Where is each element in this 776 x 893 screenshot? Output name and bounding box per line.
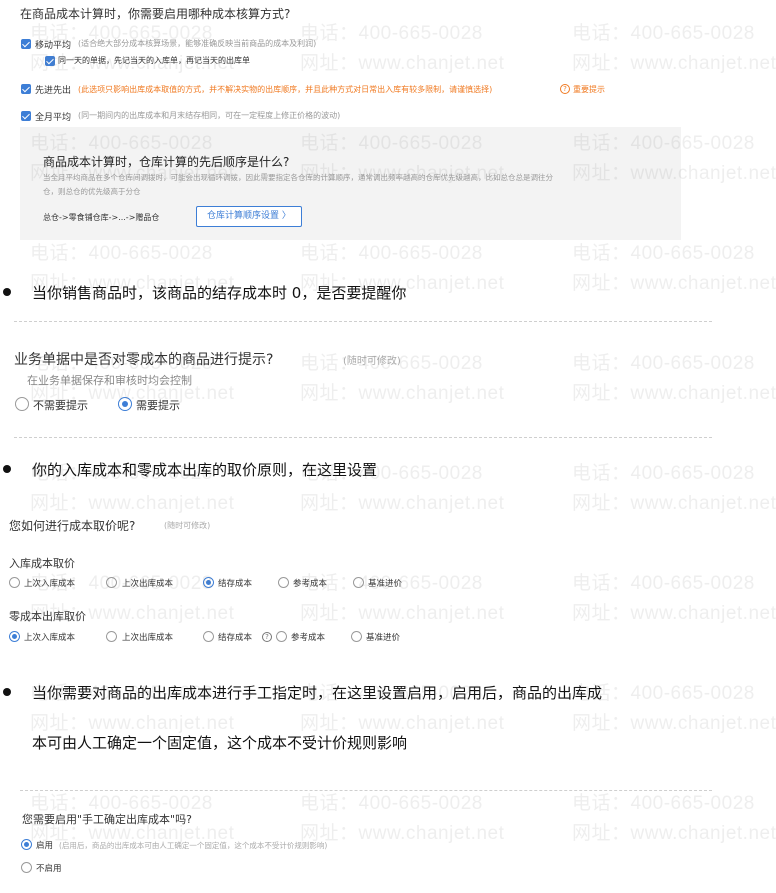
inbound-option-label: 上次出库成本 [122,579,174,589]
fifo-label: 先进先出 [35,86,72,96]
warehouse-order-settings-button[interactable]: 仓库计算顺序设置 〉 [196,206,302,227]
bullet-dot [3,688,11,696]
zero-option-radio[interactable] [351,631,362,642]
zero-option-label: 基准进价 [366,633,401,643]
zero-cost-outbound-label: 零成本出库取价 [9,610,86,623]
bullet-zero-cost-text: 当你销售商品时，该商品的结存成本时 0，是否要提醒你 [32,284,407,302]
fifo-desc: (此选项只影响出库成本取值的方式，并不解决实物的出库顺序，并且此种方式对日常出入… [78,85,493,94]
inbound-option-radio[interactable] [278,577,289,588]
manual-enable-desc: (启用后，商品的出库成本可由人工确定一个固定值，这个成本不受计价规则影响) [59,841,328,850]
zero-option-radio[interactable] [276,631,287,642]
warehouse-order-desc-2: 仓，则总仓的优先级高于分仓 [43,187,141,196]
manual-enable-label: 启用 [36,841,54,851]
watermark-site: 网址：www.chanjet.net [300,713,505,734]
warehouse-order-sequence: 总仓->零食铺仓库->...->赠品仓 [43,213,160,222]
zero-cost-subtitle: 在业务单据保存和审核时均会控制 [27,374,192,387]
watermark-site: 网址：www.chanjet.net [572,493,776,514]
warehouse-order-title: 商品成本计算时，仓库计算的先后顺序是什么? [43,155,290,169]
zero-cost-hint: (随时可修改) [343,356,401,367]
cost-method-question: 在商品成本计算时，你需要启用哪种成本核算方式? [20,7,291,21]
zero-option-label: 结存成本 [218,633,253,643]
inbound-cost-label: 入库成本取价 [9,557,75,570]
watermark-phone: 电话：400-665-0028 [572,573,755,594]
zero-cost-no-radio[interactable] [15,397,29,411]
bullet-dot [3,288,11,296]
watermark-site: 网址：www.chanjet.net [572,603,776,624]
zero-cost-no-label: 不需要提示 [33,399,88,412]
manual-enable-radio[interactable] [21,839,32,850]
watermark-site: 网址：www.chanjet.net [300,603,505,624]
watermark-phone: 电话：400-665-0028 [572,793,755,814]
watermark-site: 网址：www.chanjet.net [572,53,776,74]
monthly-avg-label: 全月平均 [35,113,72,123]
fifo-checkbox[interactable] [21,84,31,94]
watermark-site: 网址：www.chanjet.net [30,713,235,734]
watermark-phone: 电话：400-665-0028 [300,793,483,814]
inbound-option-label: 基准进价 [368,579,403,589]
inbound-option-label: 结存成本 [218,579,253,589]
watermark-site: 网址：www.chanjet.net [30,493,235,514]
manual-disable-label: 不启用 [36,864,62,874]
zero-option-label: 上次出库成本 [122,633,174,643]
watermark-phone: 电话：400-665-0028 [572,23,755,44]
warehouse-order-desc-1: 当全月平均商品在多个仓库间调拨时，可能会出现循环调拨，因此需要指定各仓库的计算顺… [43,173,553,182]
inbound-option-radio[interactable] [106,577,117,588]
help-circle-icon: ? [560,84,570,94]
watermark-phone: 电话：400-665-0028 [300,23,483,44]
zero-cost-question: 业务单据中是否对零成本的商品进行提示? [14,352,274,368]
watermark-phone: 电话：400-665-0028 [300,243,483,264]
warehouse-order-panel [20,127,681,240]
watermark-phone: 电话：400-665-0028 [30,243,213,264]
pricing-question: 您如何进行成本取价呢? [9,519,136,533]
watermark-phone: 电话：400-665-0028 [572,353,755,374]
watermark-site: 网址：www.chanjet.net [572,383,776,404]
same-day-checkbox[interactable] [45,56,55,66]
zero-option-radio[interactable] [106,631,117,642]
bullet-pricing-text: 你的入库成本和零成本出库的取价原则，在这里设置 [32,461,378,479]
pricing-hint: (随时可修改) [164,521,211,530]
inbound-option-radio[interactable] [203,577,214,588]
bullet-manual-text-1: 当你需要对商品的出库成本进行手工指定时，在这里设置启用，启用后，商品的出库成 [32,684,603,702]
divider [14,321,712,322]
zero-option-label: 上次入库成本 [24,633,76,643]
monthly-avg-checkbox[interactable] [21,111,31,121]
zero-cost-yes-radio[interactable] [118,397,132,411]
important-tip-link[interactable]: 重要提示 [573,84,605,95]
manual-disable-radio[interactable] [21,862,32,873]
inbound-option-radio[interactable] [9,577,20,588]
zero-option-radio[interactable] [9,631,20,642]
moving-avg-checkbox[interactable] [21,39,31,49]
bullet-dot [3,465,11,473]
watermark-phone: 电话：400-665-0028 [572,463,755,484]
moving-avg-desc: (适合绝大部分成本核算场景，能够准确反映当前商品的成本及利润) [78,39,317,48]
watermark-site: 网址：www.chanjet.net [300,823,505,844]
bullet-manual-text-2: 本可由人工确定一个固定值，这个成本不受计价规则影响 [32,734,408,752]
divider [20,790,712,791]
manual-cost-question: 您需要启用"手工确定出库成本"吗? [22,813,192,826]
watermark-site: 网址：www.chanjet.net [300,383,505,404]
help-circle-icon: ? [262,632,272,642]
inbound-option-label: 上次入库成本 [24,579,76,589]
watermark-site: 网址：www.chanjet.net [572,713,776,734]
zero-option-label: 参考成本 [291,633,326,643]
same-day-label: 同一天的单据，先记当天的入库单，再记当天的出库单 [58,56,250,65]
monthly-avg-desc: (同一期间内的出库成本和月末结存相同，可在一定程度上修正价格的波动) [78,111,341,120]
watermark-site: 网址：www.chanjet.net [300,53,505,74]
divider [14,437,712,438]
moving-avg-label: 移动平均 [35,41,72,51]
watermark-site: 网址：www.chanjet.net [572,273,776,294]
watermark-phone: 电话：400-665-0028 [572,243,755,264]
watermark-site: 网址：www.chanjet.net [572,823,776,844]
zero-cost-yes-label: 需要提示 [136,399,180,412]
watermark-site: 网址：www.chanjet.net [300,493,505,514]
zero-option-radio[interactable] [203,631,214,642]
inbound-option-radio[interactable] [353,577,364,588]
inbound-option-label: 参考成本 [293,579,328,589]
